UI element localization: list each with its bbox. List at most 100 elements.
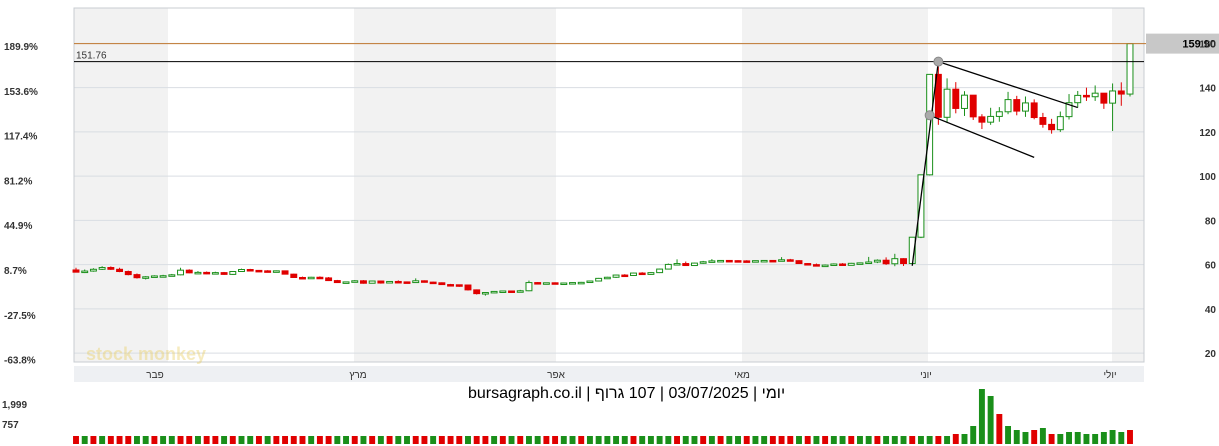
volume-bar [569,436,576,444]
volume-bar [656,436,663,444]
candle-body [586,280,594,284]
volume-bar [1022,432,1029,444]
volume-bar [1013,430,1020,444]
volume-bar [151,436,158,444]
left-pct-tick-label: 189.9% [4,42,38,53]
volume-bar [325,436,332,444]
candle-body [865,261,873,264]
candle-body [325,277,333,282]
candle-body [830,263,838,266]
candle [717,259,725,263]
volume-bar [1100,432,1107,444]
volume-bar [482,436,489,444]
volume-bar [717,436,724,444]
volume-bar [639,436,646,444]
volume-bar [447,436,454,444]
candle-body [351,280,359,283]
candle [264,270,272,273]
candle-body [795,260,803,265]
candle-body [987,115,995,123]
candle [438,282,446,286]
candle-body [699,261,707,264]
volume-bar [221,436,228,444]
candle-body [142,276,150,279]
candle-body [386,280,394,284]
candle [691,262,698,267]
candle-body [333,280,341,284]
volume-bar [604,436,611,444]
candle-body [743,260,751,263]
candle-body [734,260,742,263]
candle [569,282,576,285]
candle [795,260,803,265]
volume-bar [891,436,898,444]
volume-bar [395,436,402,444]
volume-bar [1127,430,1133,444]
candle [1022,96,1029,117]
volume-bar [386,436,393,444]
volume-bar [952,434,959,444]
candle [699,260,707,264]
candle-body [673,263,681,266]
volume-bar [430,436,437,444]
volume-bar [351,436,358,444]
month-axis-strip [74,366,1144,382]
volume-bar [534,436,541,444]
candle [560,282,568,286]
volume-bar [90,436,97,444]
candle [1030,99,1038,120]
candle [307,276,315,280]
volume-bar [212,436,219,444]
candle-body [1109,90,1117,104]
right-tick-label: 60 [1205,261,1217,272]
volume-bar [804,436,811,444]
volume-bar [935,436,942,444]
candle-body [525,282,533,292]
candle [429,281,437,285]
volume-bar [647,436,654,444]
volume-bar [970,426,977,444]
candle-body [551,282,559,285]
candle-body [255,269,263,273]
candle-body [98,267,106,270]
month-label: מרץ [349,370,366,381]
candle [612,274,620,278]
candle-body [1004,99,1012,113]
volume-bar [421,436,428,444]
candle [255,269,263,273]
candle [734,260,742,263]
volume-bar [134,436,140,444]
candle [281,270,289,275]
candle [821,264,829,268]
candle [420,280,428,283]
candle [577,281,585,285]
candle-body [1091,92,1099,98]
volume-bar [508,436,515,444]
volume-bar [586,436,593,444]
month-label: אפר [547,370,565,381]
volume-bar [186,436,193,444]
volume-bar [203,436,210,444]
volume-bar [560,436,567,444]
candle [238,268,245,273]
volume-bar [1057,434,1064,444]
candle [603,276,611,280]
candle-body [272,270,280,273]
candle [542,282,550,285]
candle [1065,94,1073,120]
volume-bar [308,436,315,444]
volume-bar [961,434,968,444]
chart-caption: יומי | 03/07/2025 | 107 גרוף | bursagrap… [468,385,785,402]
candle [246,268,254,272]
volume-bar [848,436,855,444]
volume-bar [1031,430,1038,444]
candle-body [577,281,585,285]
candle [499,290,507,293]
candle-body [150,275,158,278]
candle-body [1013,99,1021,112]
candle-body [978,116,986,123]
candle [621,274,629,278]
volume-bar [987,396,994,444]
volume-bar [735,436,741,444]
candle-body [621,274,629,278]
